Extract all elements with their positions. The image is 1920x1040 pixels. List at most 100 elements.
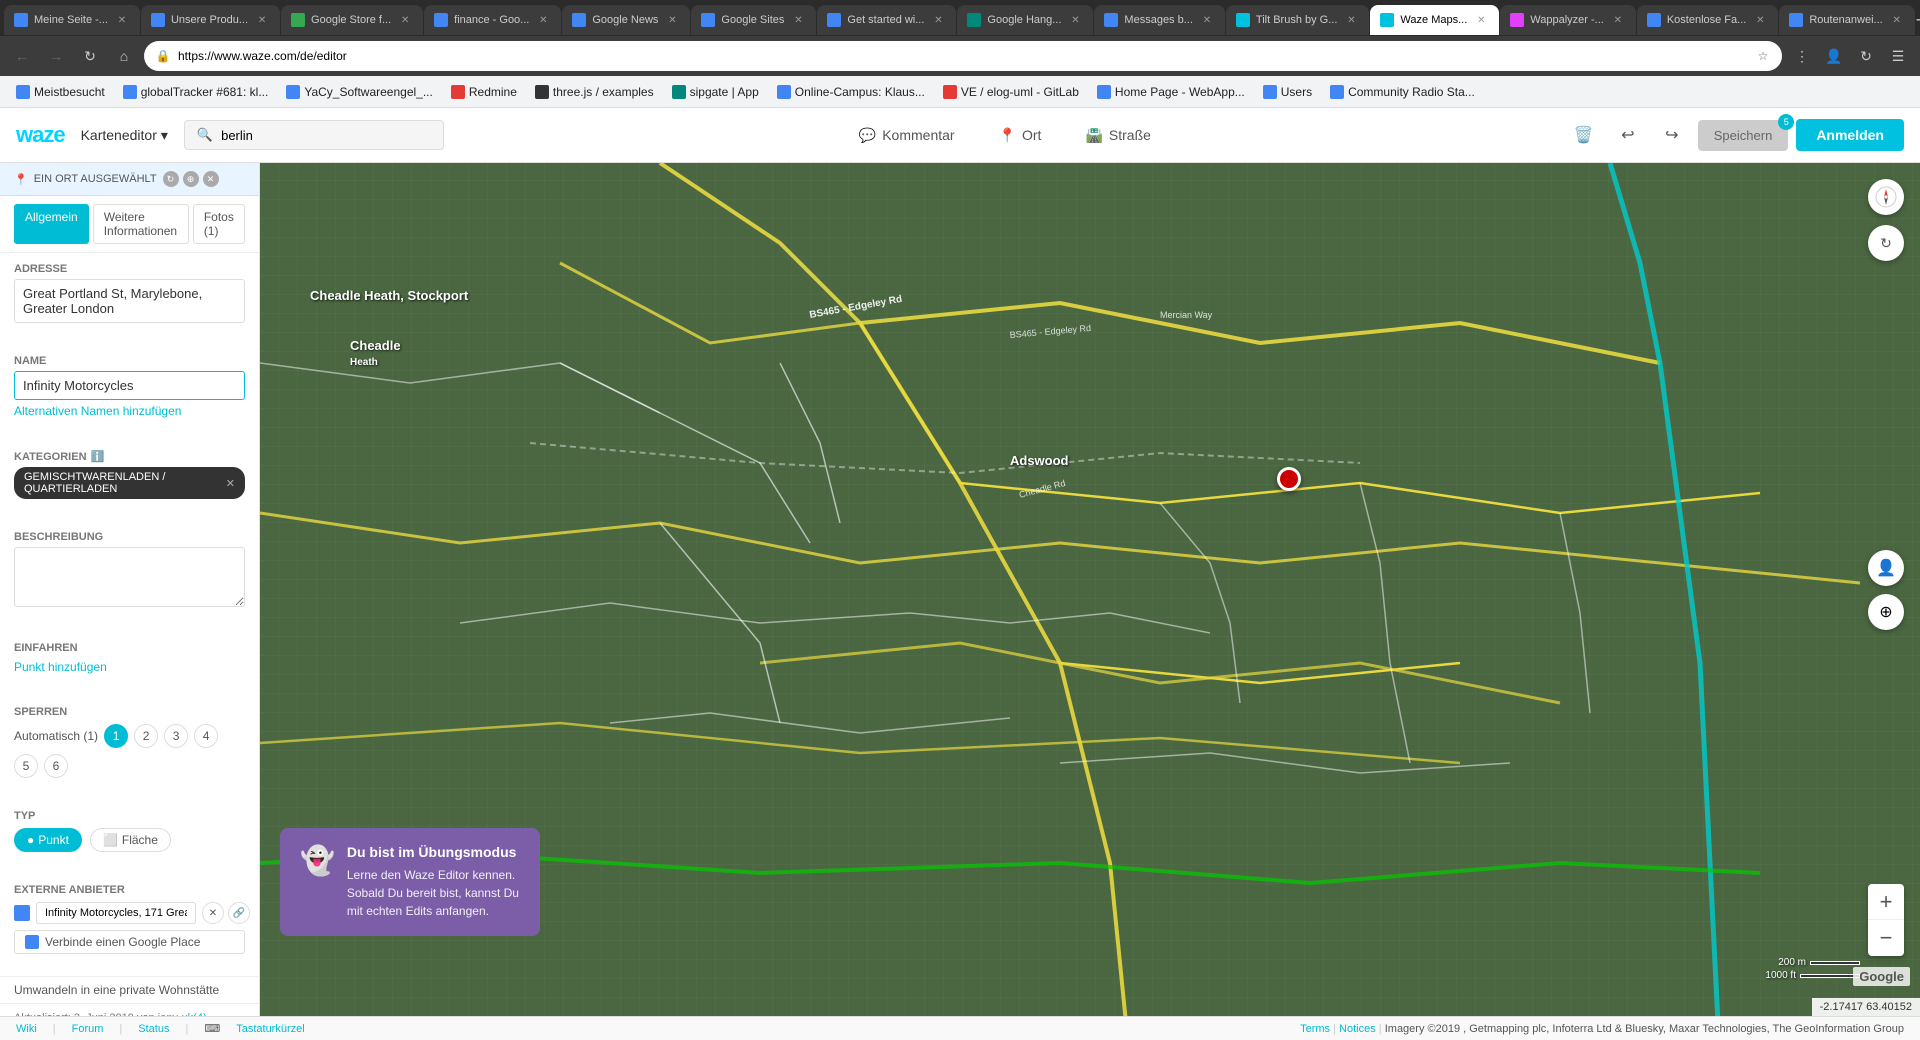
zoom-out-button[interactable]: − bbox=[1868, 920, 1904, 956]
tab-close[interactable]: ✕ bbox=[930, 12, 946, 28]
refresh-map-button[interactable]: ↻ bbox=[1868, 225, 1904, 261]
tab-wappalyzer[interactable]: Wappalyzer -... ✕ bbox=[1500, 5, 1636, 35]
profile-button[interactable]: 👤 bbox=[1820, 42, 1848, 70]
bookmark-globaltracker[interactable]: globalTracker #681: kl... bbox=[115, 81, 277, 103]
einfahren-link[interactable]: Punkt hinzufügen bbox=[14, 660, 245, 674]
forum-link[interactable]: Forum bbox=[72, 1023, 104, 1035]
sperren-6[interactable]: 6 bbox=[44, 754, 68, 778]
tab-unsere[interactable]: Unsere Produ... ✕ bbox=[141, 5, 280, 35]
user-location-button[interactable]: 👤 bbox=[1868, 550, 1904, 586]
tab-weitere[interactable]: Weitere Informationen bbox=[93, 204, 189, 244]
sperren-4[interactable]: 4 bbox=[194, 724, 218, 748]
tab-tilt-brush[interactable]: Tilt Brush by G... ✕ bbox=[1226, 5, 1370, 35]
reload-button[interactable]: ↻ bbox=[76, 42, 104, 70]
delete-button[interactable]: 🗑️ bbox=[1566, 117, 1602, 153]
tab-routenanwei[interactable]: Routenanwei... ✕ bbox=[1779, 5, 1914, 35]
tab-close[interactable]: ✕ bbox=[1473, 12, 1489, 28]
ext-link-button[interactable]: 🔗 bbox=[228, 902, 250, 924]
bookmark-community-radio[interactable]: Community Radio Sta... bbox=[1322, 81, 1483, 103]
bookmark-gitlab[interactable]: VE / elog-uml - GitLab bbox=[935, 81, 1087, 103]
tab-finance[interactable]: finance - Goo... ✕ bbox=[424, 5, 561, 35]
waze-header: waze Karteneditor ▾ 🔍 💬 Kommentar 📍 Ort … bbox=[0, 108, 1920, 163]
login-button[interactable]: Anmelden bbox=[1796, 119, 1904, 151]
tab-waze-maps[interactable]: Waze Maps... ✕ bbox=[1370, 5, 1499, 35]
tastatur-link[interactable]: Tastaturkürzel bbox=[236, 1023, 304, 1035]
tab-google-store[interactable]: Google Store f... ✕ bbox=[281, 5, 423, 35]
close-icon[interactable]: ✕ bbox=[203, 171, 219, 187]
nav-ort[interactable]: 📍 Ort bbox=[987, 121, 1054, 150]
center-location-button[interactable]: ⊕ bbox=[1868, 594, 1904, 630]
tab-close[interactable]: ✕ bbox=[397, 12, 413, 28]
name-value[interactable]: Infinity Motorcycles bbox=[14, 371, 245, 400]
tab-get-started[interactable]: Get started wi... ✕ bbox=[817, 5, 956, 35]
refresh-icon[interactable]: ↻ bbox=[163, 171, 179, 187]
search-input[interactable] bbox=[221, 128, 431, 143]
new-tab-button[interactable]: + bbox=[1916, 6, 1920, 34]
notices-link[interactable]: Notices bbox=[1339, 1023, 1376, 1035]
sperren-2[interactable]: 2 bbox=[134, 724, 158, 748]
status-link[interactable]: Status bbox=[138, 1023, 169, 1035]
bookmark-redmine[interactable]: Redmine bbox=[443, 81, 525, 103]
ext-input[interactable] bbox=[36, 902, 196, 924]
bookmark-meistbesucht[interactable]: Meistbesucht bbox=[8, 81, 113, 103]
tab-allgemein[interactable]: Allgemein bbox=[14, 204, 89, 244]
tab-close[interactable]: ✕ bbox=[790, 12, 806, 28]
extensions-button[interactable]: ⋮ bbox=[1788, 42, 1816, 70]
sperren-3[interactable]: 3 bbox=[164, 724, 188, 748]
tab-google-news[interactable]: Google News ✕ bbox=[562, 5, 690, 35]
tab-fotos[interactable]: Fotos (1) bbox=[193, 204, 245, 244]
bookmark-online-campus[interactable]: Online-Campus: Klaus... bbox=[769, 81, 933, 103]
ext-remove-button[interactable]: ✕ bbox=[202, 902, 224, 924]
typ-flaeche[interactable]: ⬜ Fläche bbox=[90, 828, 171, 852]
bookmark-yacy[interactable]: YaCy_Softwareengel_... bbox=[278, 81, 441, 103]
sperren-1[interactable]: 1 bbox=[104, 724, 128, 748]
tab-close[interactable]: ✕ bbox=[1889, 12, 1905, 28]
menu-button[interactable]: ☰ bbox=[1884, 42, 1912, 70]
bookmark-users[interactable]: Users bbox=[1255, 81, 1320, 103]
coordinates-display: -2.17417 63.40152 bbox=[1812, 998, 1920, 1016]
tab-messages[interactable]: Messages b... ✕ bbox=[1094, 5, 1224, 35]
tab-close[interactable]: ✕ bbox=[114, 12, 130, 28]
star-icon[interactable]: ☆ bbox=[1754, 47, 1772, 65]
category-remove-icon[interactable]: ✕ bbox=[226, 477, 235, 490]
compass[interactable] bbox=[1868, 179, 1904, 215]
tab-hangouts[interactable]: Google Hang... ✕ bbox=[957, 5, 1093, 35]
redo-button[interactable]: ↪ bbox=[1654, 117, 1690, 153]
search-box[interactable]: 🔍 bbox=[184, 120, 444, 150]
nav-strasse[interactable]: 🛣️ Straße bbox=[1073, 121, 1162, 150]
tab-close[interactable]: ✕ bbox=[1199, 12, 1215, 28]
tab-close[interactable]: ✕ bbox=[1067, 12, 1083, 28]
bookmark-webapp[interactable]: Home Page - WebApp... bbox=[1089, 81, 1253, 103]
zoom-in-button[interactable]: + bbox=[1868, 884, 1904, 920]
tab-close[interactable]: ✕ bbox=[1343, 12, 1359, 28]
save-button[interactable]: Speichern bbox=[1698, 120, 1789, 151]
tab-meine-seite[interactable]: Meine Seite -... ✕ bbox=[4, 5, 140, 35]
nav-kommentar[interactable]: 💬 Kommentar bbox=[847, 121, 967, 150]
beschreibung-section: BESCHREIBUNG bbox=[0, 521, 259, 620]
terms-link-text[interactable]: Terms bbox=[1300, 1023, 1330, 1035]
tab-google-sites[interactable]: Google Sites ✕ bbox=[691, 5, 816, 35]
editor-label[interactable]: Karteneditor ▾ bbox=[81, 127, 168, 144]
sync-button[interactable]: ↻ bbox=[1852, 42, 1880, 70]
undo-button[interactable]: ↩ bbox=[1610, 117, 1646, 153]
google-place-button[interactable]: Verbinde einen Google Place bbox=[14, 930, 245, 954]
wiki-link[interactable]: Wiki bbox=[16, 1023, 37, 1035]
tab-close[interactable]: ✕ bbox=[1752, 12, 1768, 28]
tab-close[interactable]: ✕ bbox=[1610, 12, 1626, 28]
tab-close[interactable]: ✕ bbox=[254, 12, 270, 28]
alt-name-link[interactable]: Alternativen Namen hinzufügen bbox=[14, 404, 245, 418]
back-button[interactable]: ← bbox=[8, 42, 36, 70]
beschreibung-textarea[interactable] bbox=[14, 547, 245, 607]
tab-close[interactable]: ✕ bbox=[535, 12, 551, 28]
sperren-5[interactable]: 5 bbox=[14, 754, 38, 778]
location-crosshair-icon[interactable]: ⊕ bbox=[183, 171, 199, 187]
typ-punkt[interactable]: ● Punkt bbox=[14, 828, 82, 852]
home-button[interactable]: ⌂ bbox=[110, 42, 138, 70]
address-bar[interactable]: 🔒 https://www.waze.com/de/editor ☆ bbox=[144, 41, 1782, 71]
tab-close[interactable]: ✕ bbox=[664, 12, 680, 28]
bookmark-sipgate[interactable]: sipgate | App bbox=[664, 81, 767, 103]
forward-button[interactable]: → bbox=[42, 42, 70, 70]
tab-kostenlose[interactable]: Kostenlose Fa... ✕ bbox=[1637, 5, 1779, 35]
map-container[interactable]: BS465 - Edgeley Rd BS465 - Edgeley Rd Ch… bbox=[260, 163, 1920, 1016]
bookmark-threejs[interactable]: three.js / examples bbox=[527, 81, 662, 103]
